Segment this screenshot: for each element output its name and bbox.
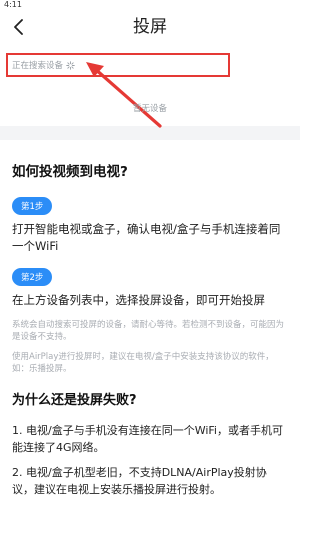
status-time: 4:11	[4, 0, 22, 9]
empty-devices-label: 暂无设备	[132, 104, 167, 114]
top-nav-bar: 投屏	[0, 10, 300, 44]
step-2-badge: 第2步	[12, 268, 53, 286]
failure-title: 为什么还是投屏失败?	[12, 393, 137, 408]
page-title: 投屏	[133, 17, 167, 37]
status-bar: 4:11	[0, 0, 300, 10]
step-1-text: 打开智能电视或盒子，确认电视/盒子与手机连接着同一个WiFi	[12, 222, 281, 253]
help-note-2: 使用AirPlay进行投屏时，建议在电视/盒子中安装支持该协议的软件，如：乐播投…	[12, 352, 274, 374]
step-1: 第1步 打开智能电视或盒子，确认电视/盒子与手机连接着同一个WiFi	[12, 194, 288, 255]
device-list: 正在搜索设备 暂无设备	[0, 44, 300, 128]
searching-status-row: 正在搜索设备	[6, 53, 230, 77]
failure-item-2: 2. 电视/盒子机型老旧，不支持DLNA/AirPlay投射协议，建议在电视上安…	[12, 466, 267, 496]
step-1-badge: 第1步	[12, 197, 53, 215]
loading-spinner-icon	[66, 60, 75, 70]
help-note-1: 系统会自动搜索可投屏的设备，请耐心等待。若检测不到设备，可能因为是设备不支持。	[12, 320, 285, 342]
step-2-text: 在上方设备列表中，选择投屏设备，即可开始投屏	[12, 293, 265, 307]
failure-item-1: 1. 电视/盒子与手机没有连接在同一个WiFi，或者手机可能连接了4G网络。	[12, 424, 283, 454]
searching-label: 正在搜索设备	[12, 61, 64, 71]
help-title: 如何投视频到电视?	[12, 164, 128, 180]
help-section: 如何投视频到电视? 第1步 打开智能电视或盒子，确认电视/盒子与手机连接着同一个…	[0, 140, 300, 498]
step-2: 第2步 在上方设备列表中，选择投屏设备，即可开始投屏	[12, 265, 288, 309]
section-divider	[0, 126, 300, 140]
